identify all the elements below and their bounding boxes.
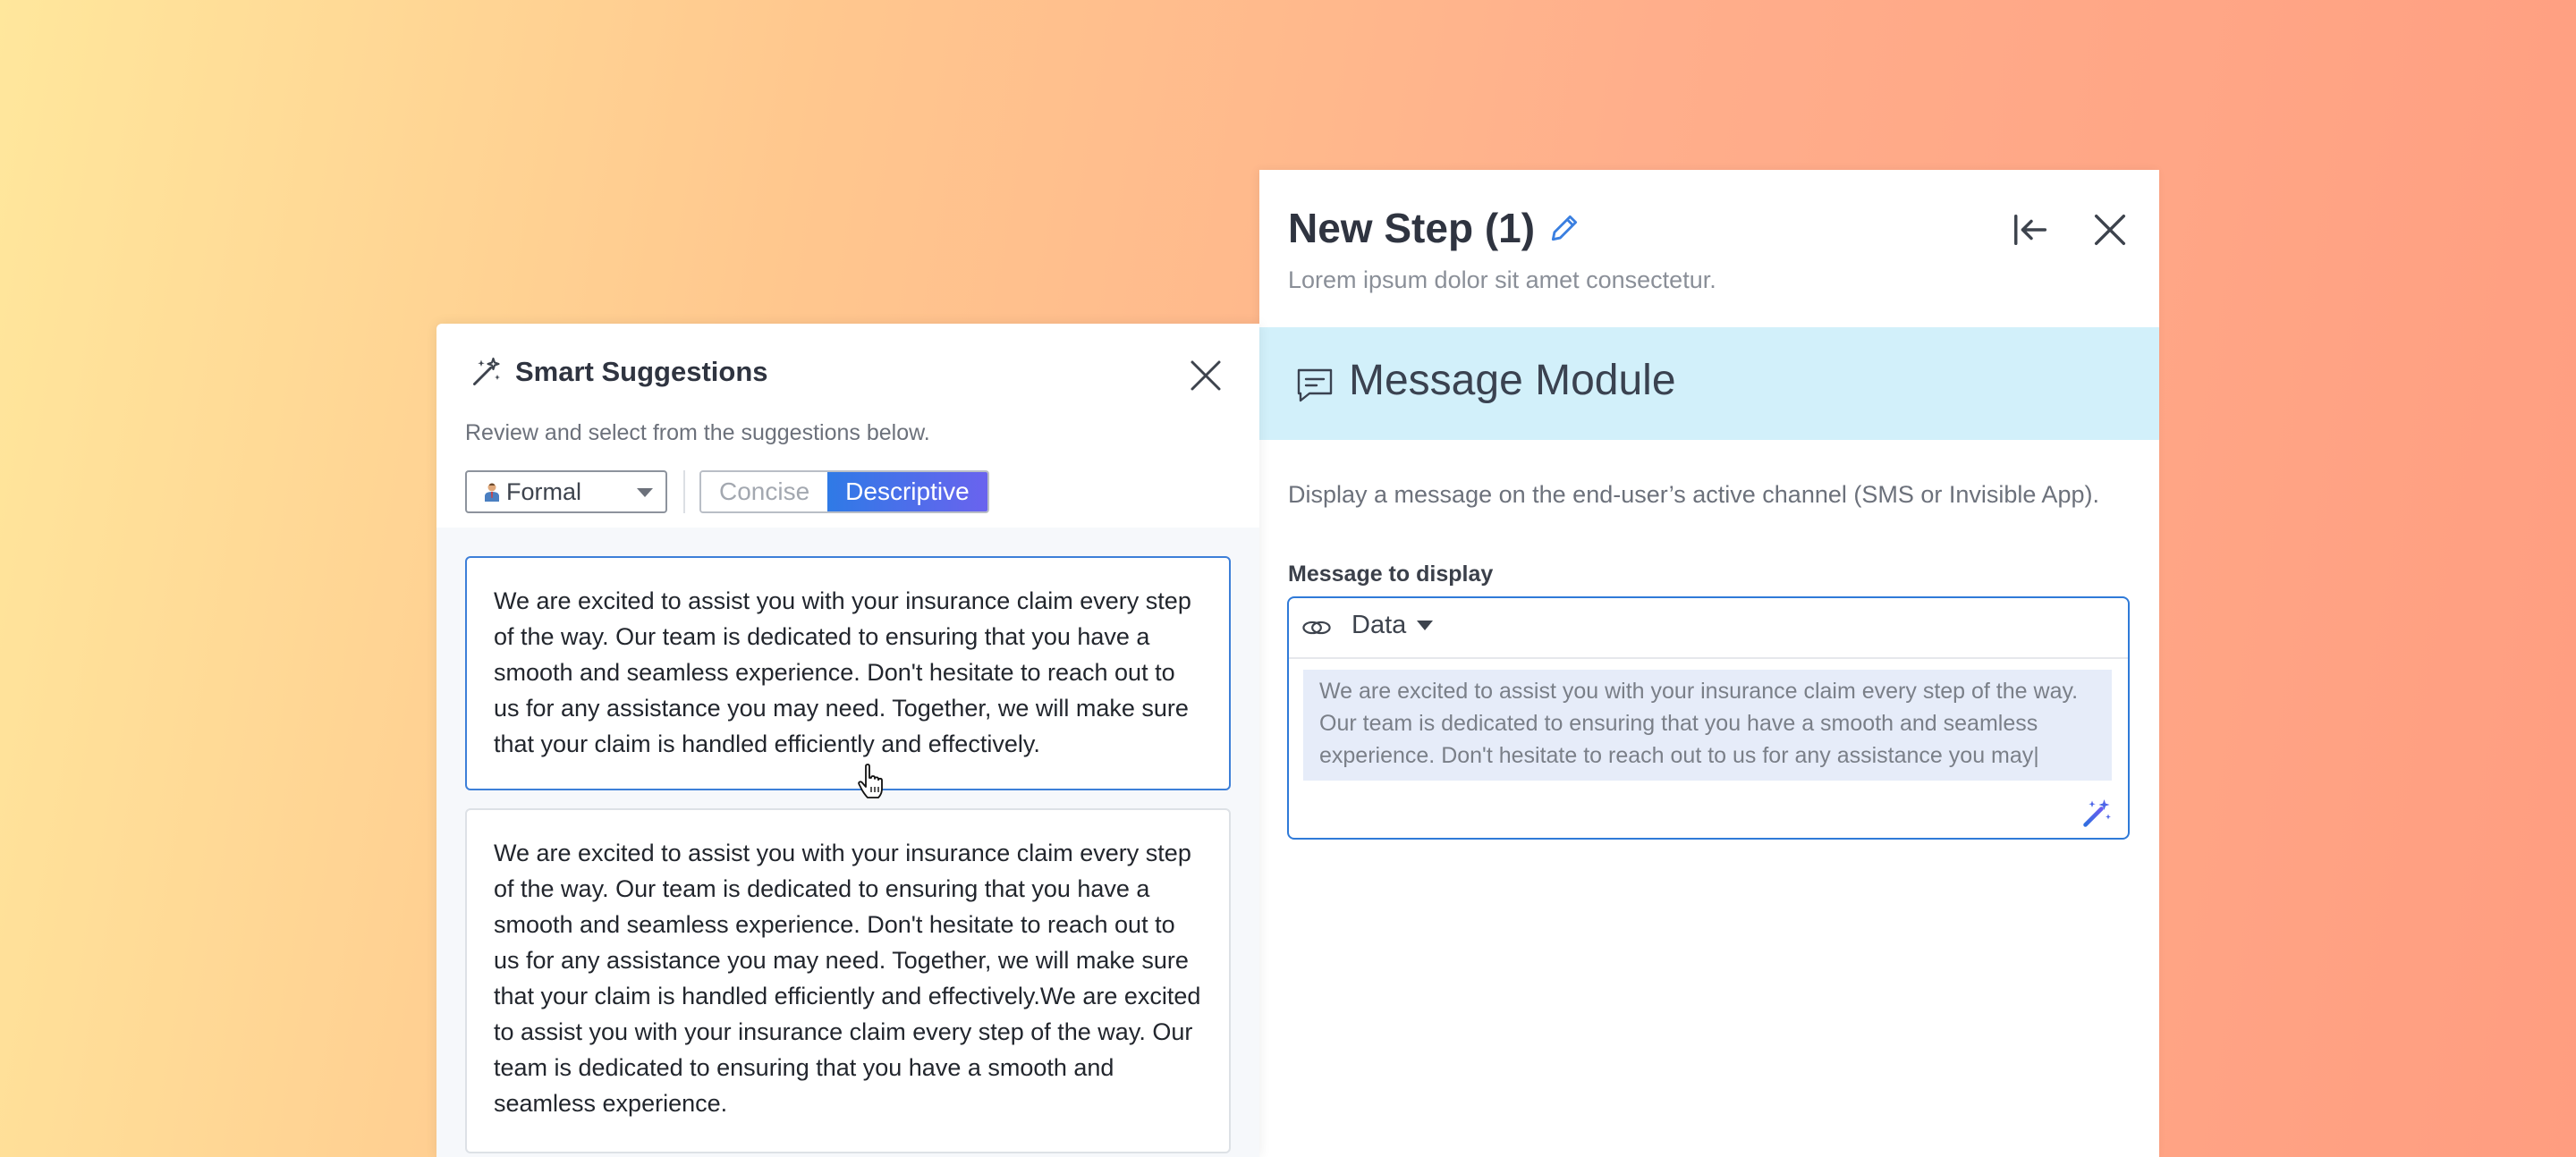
message-text[interactable]: We are excited to assist you with your i… — [1303, 670, 2112, 781]
concise-option[interactable]: Concise — [701, 472, 828, 511]
close-icon[interactable] — [1188, 358, 1224, 393]
tone-select-value: Formal — [506, 477, 582, 505]
module-title: Message Module — [1349, 357, 1676, 404]
tone-select[interactable]: Formal — [465, 470, 667, 513]
smart-suggestions-panel: Smart Suggestions Review and select from… — [436, 324, 1259, 1157]
step-subtitle: Lorem ipsum dolor sit amet consectetur. — [1288, 266, 1716, 293]
message-toolbar: Data — [1289, 598, 2128, 659]
module-description: Display a message on the end-user’s acti… — [1288, 481, 2099, 508]
step-panel: New Step (1) Lorem ipsum dolor sit amet … — [1259, 170, 2159, 1157]
suggestion-card[interactable]: We are excited to assist you with your i… — [465, 808, 1231, 1153]
link-icon — [1302, 621, 1331, 635]
data-dropdown[interactable]: Data — [1352, 611, 1434, 640]
chevron-down-icon — [637, 488, 653, 497]
suggestion-card[interactable]: We are excited to assist you with your i… — [465, 556, 1231, 790]
close-icon[interactable] — [2089, 209, 2131, 250]
data-dropdown-label: Data — [1352, 611, 1407, 639]
magic-wand-icon[interactable] — [2081, 797, 2114, 829]
collapse-left-icon[interactable] — [2011, 209, 2052, 250]
message-module-banner: Message Module — [1259, 327, 2159, 440]
length-toggle: Concise Descriptive — [699, 470, 989, 513]
businessperson-icon — [485, 483, 499, 502]
step-title-row: New Step (1) — [1288, 204, 1581, 252]
hand-pointer-icon — [858, 764, 883, 798]
smart-suggestions-title: Smart Suggestions — [515, 356, 768, 387]
smart-suggestions-header: Smart Suggestions — [470, 356, 768, 388]
descriptive-option[interactable]: Descriptive — [827, 472, 987, 511]
message-field-label: Message to display — [1288, 562, 1494, 587]
step-title: New Step (1) — [1288, 205, 1536, 251]
chat-bubble-icon — [1297, 368, 1333, 402]
smart-suggestions-description: Review and select from the suggestions b… — [465, 420, 930, 445]
toolbar-divider — [683, 470, 685, 513]
message-editor[interactable]: Data We are excited to assist you with y… — [1287, 596, 2130, 840]
chevron-down-icon — [1417, 621, 1434, 630]
pencil-icon[interactable] — [1547, 211, 1581, 245]
magic-wand-icon — [473, 357, 500, 385]
